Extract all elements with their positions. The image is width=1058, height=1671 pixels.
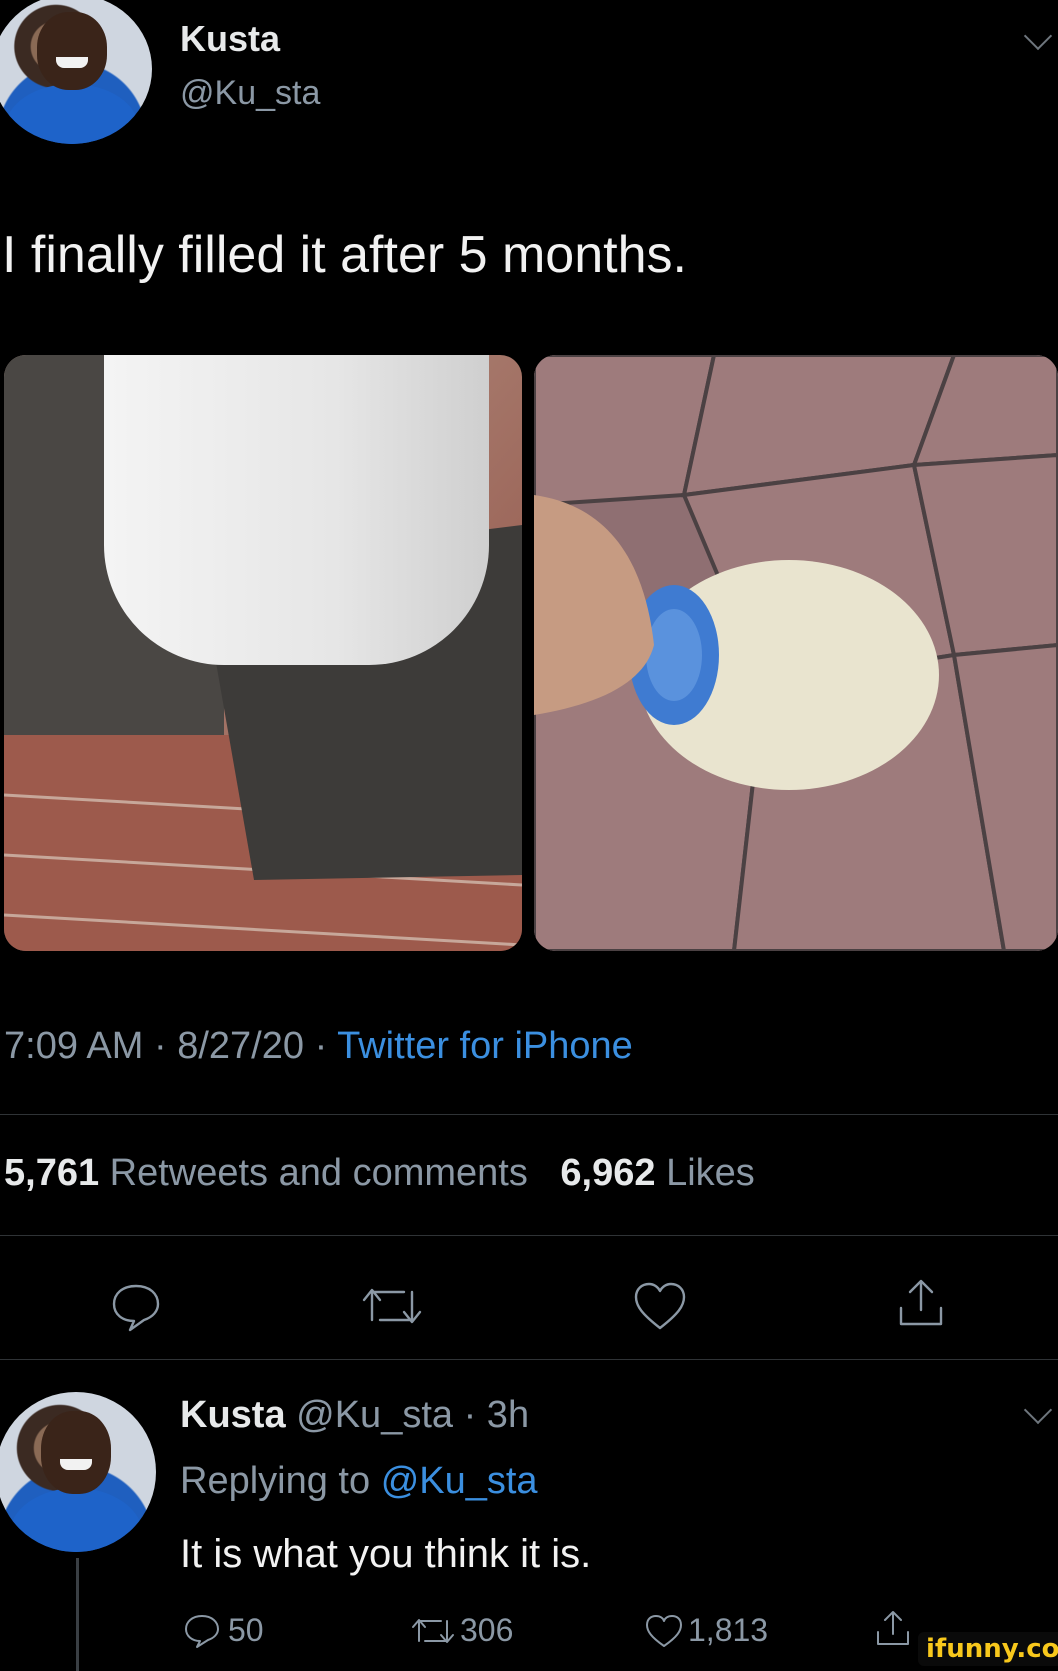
retweets-count: 5,761 (4, 1152, 100, 1194)
reply-like-action[interactable]: 1,813 (644, 1612, 768, 1649)
tweet-text: I finally filled it after 5 months. (2, 226, 687, 284)
reply-header: Kusta @Ku_sta · 3h (180, 1394, 529, 1437)
ifunny-watermark: ifunny.co (918, 1632, 1058, 1666)
divider (0, 1235, 1058, 1236)
share-icon[interactable] (872, 1608, 914, 1650)
author-handle[interactable]: @Ku_sta (180, 74, 320, 113)
thread-line (76, 1558, 79, 1671)
comment-icon (185, 1615, 219, 1648)
author-avatar[interactable] (0, 0, 152, 144)
share-icon[interactable] (893, 1276, 949, 1332)
meta-separator: · (314, 1025, 328, 1067)
tweet-photo-left[interactable] (4, 355, 522, 951)
comment-icon[interactable] (108, 1278, 164, 1334)
reply-author-handle[interactable]: @Ku_sta (296, 1394, 453, 1436)
retweet-icon[interactable] (360, 1280, 424, 1332)
reply-comment-count: 50 (228, 1611, 264, 1648)
retweet-icon (412, 1618, 454, 1643)
divider (0, 1359, 1058, 1360)
reply-retweet-count: 306 (460, 1612, 514, 1648)
likes-stat[interactable]: 6,962 Likes (560, 1152, 754, 1194)
meta-separator: · (153, 1025, 167, 1067)
retweets-stat[interactable]: 5,761 Retweets and comments (4, 1152, 538, 1194)
chevron-down-icon[interactable] (1023, 1395, 1053, 1425)
reply-comment-action[interactable]: 50 (182, 1610, 264, 1650)
chevron-down-icon[interactable] (1023, 21, 1053, 51)
reply-age: · 3h (463, 1394, 530, 1436)
likes-label: Likes (666, 1152, 755, 1194)
replying-to-handle[interactable]: @Ku_sta (381, 1460, 538, 1502)
reply-author-avatar[interactable] (0, 1392, 156, 1552)
tweet-source-link[interactable]: Twitter for iPhone (337, 1025, 633, 1067)
likes-count: 6,962 (560, 1152, 656, 1194)
replying-to: Replying to @Ku_sta (180, 1460, 538, 1503)
replying-to-label: Replying to (180, 1460, 371, 1502)
author-name[interactable]: Kusta (180, 18, 280, 60)
divider (0, 1114, 1058, 1115)
retweets-label: Retweets and comments (109, 1152, 528, 1194)
tweet-time: 7:09 AM (4, 1025, 144, 1067)
reply-author-name[interactable]: Kusta (180, 1394, 286, 1436)
tweet-photo-right[interactable] (534, 355, 1058, 951)
reply-like-count: 1,813 (688, 1612, 769, 1648)
tweet-date: 8/27/20 (177, 1025, 304, 1067)
reply-text: It is what you think it is. (180, 1532, 592, 1576)
tweet-meta: 7:09 AM · 8/27/20 · Twitter for iPhone (4, 1025, 633, 1068)
reply-retweet-action[interactable]: 306 (410, 1612, 513, 1649)
tweet-stats: 5,761 Retweets and comments 6,962 Likes (4, 1152, 755, 1195)
like-icon (646, 1614, 682, 1647)
like-icon[interactable] (632, 1280, 688, 1332)
